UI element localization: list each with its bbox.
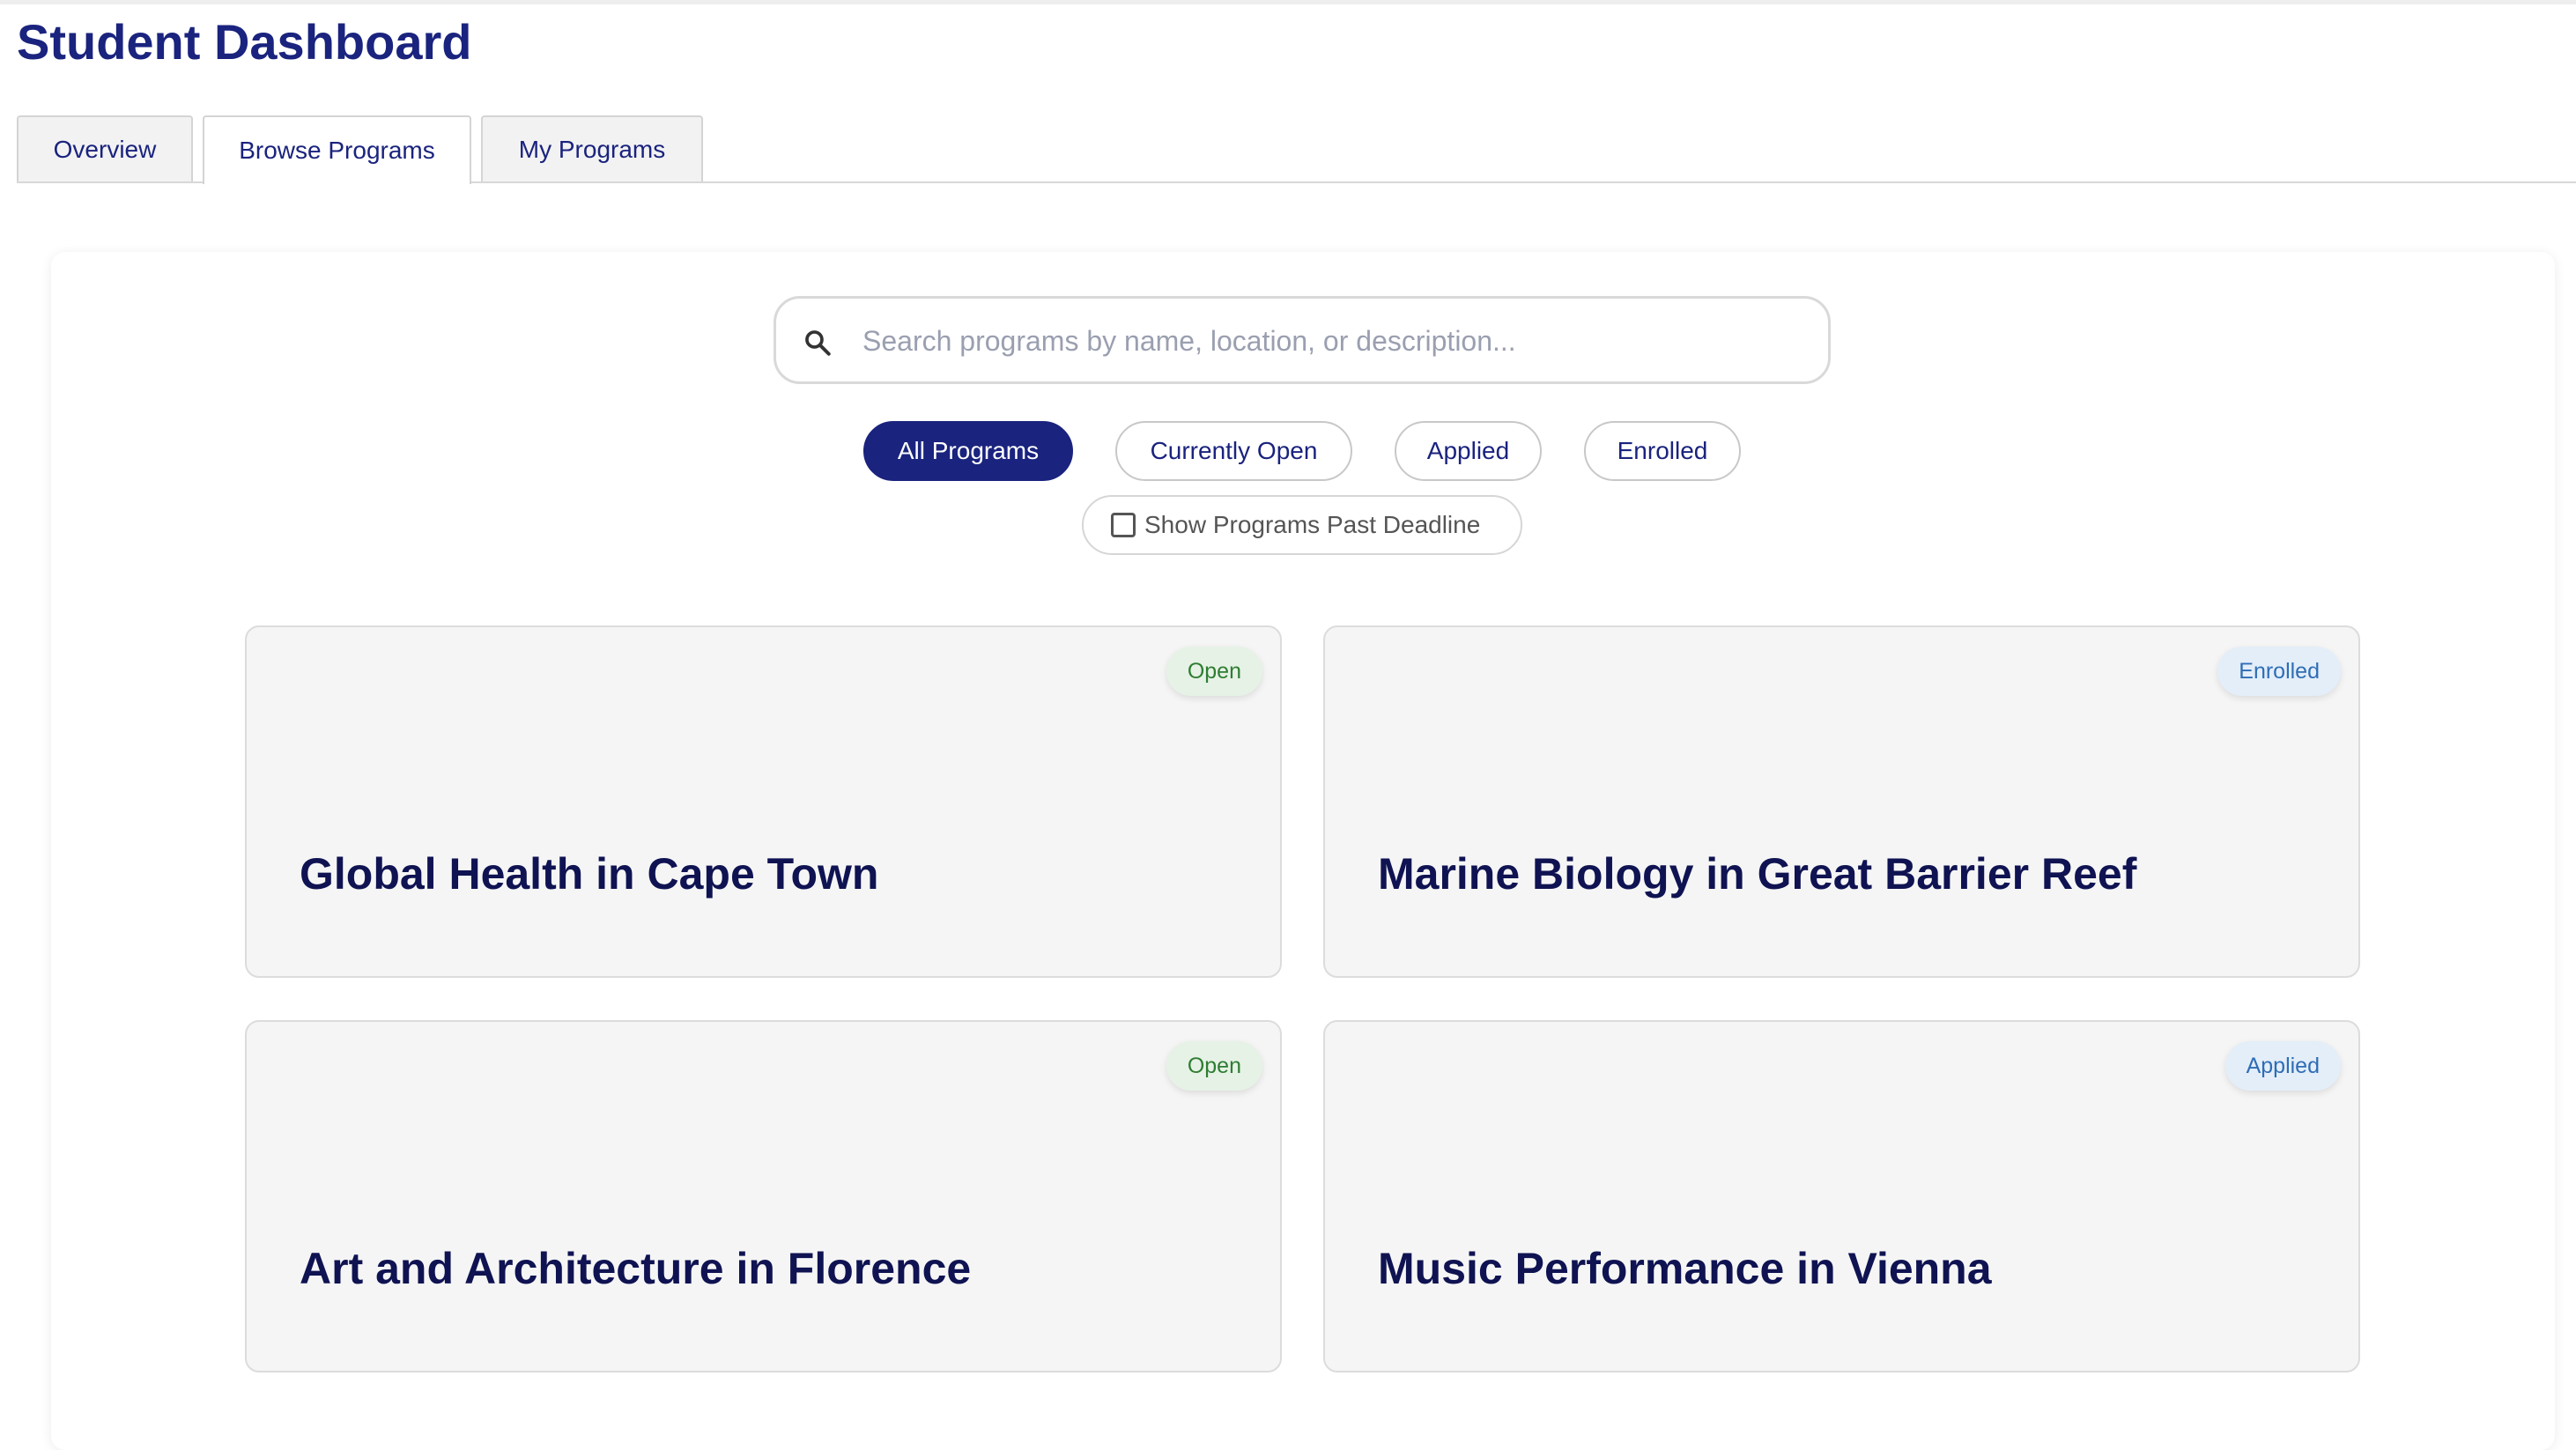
page-title: Student Dashboard [17, 14, 472, 70]
program-title: Art and Architecture in Florence [300, 1244, 972, 1293]
tab-bar: Overview Browse Programs My Programs [17, 115, 713, 184]
past-deadline-label: Show Programs Past Deadline [1144, 511, 1481, 538]
status-filter-group: All Programs Currently Open Applied Enro… [863, 421, 1741, 481]
program-title: Music Performance in Vienna [1378, 1244, 1992, 1293]
filter-applied[interactable]: Applied [1395, 421, 1542, 481]
search-input[interactable] [861, 299, 1807, 383]
program-card[interactable]: Open Global Health in Cape Town [245, 625, 1282, 978]
filter-all-programs[interactable]: All Programs [863, 421, 1073, 481]
status-badge: Applied [2224, 1041, 2341, 1091]
past-deadline-checkbox[interactable] [1111, 513, 1136, 537]
filter-enrolled[interactable]: Enrolled [1584, 421, 1741, 481]
program-card[interactable]: Applied Music Performance in Vienna [1323, 1020, 2360, 1372]
program-card[interactable]: Open Art and Architecture in Florence [245, 1020, 1282, 1372]
tab-overview[interactable]: Overview [17, 115, 193, 182]
search-icon [805, 330, 831, 356]
status-badge: Open [1166, 1041, 1262, 1091]
tab-browse-programs[interactable]: Browse Programs [203, 115, 471, 184]
search-bar[interactable] [774, 296, 1831, 384]
status-badge: Enrolled [2217, 647, 2341, 696]
past-deadline-toggle[interactable]: Show Programs Past Deadline [1082, 495, 1522, 555]
program-title: Global Health in Cape Town [300, 849, 879, 899]
status-badge: Open [1166, 647, 1262, 696]
tab-my-programs[interactable]: My Programs [481, 115, 703, 182]
filter-currently-open[interactable]: Currently Open [1115, 421, 1352, 481]
program-card[interactable]: Enrolled Marine Biology in Great Barrier… [1323, 625, 2360, 978]
top-border [0, 0, 2576, 4]
browse-programs-panel: All Programs Currently Open Applied Enro… [51, 252, 2555, 1450]
program-title: Marine Biology in Great Barrier Reef [1378, 849, 2137, 899]
